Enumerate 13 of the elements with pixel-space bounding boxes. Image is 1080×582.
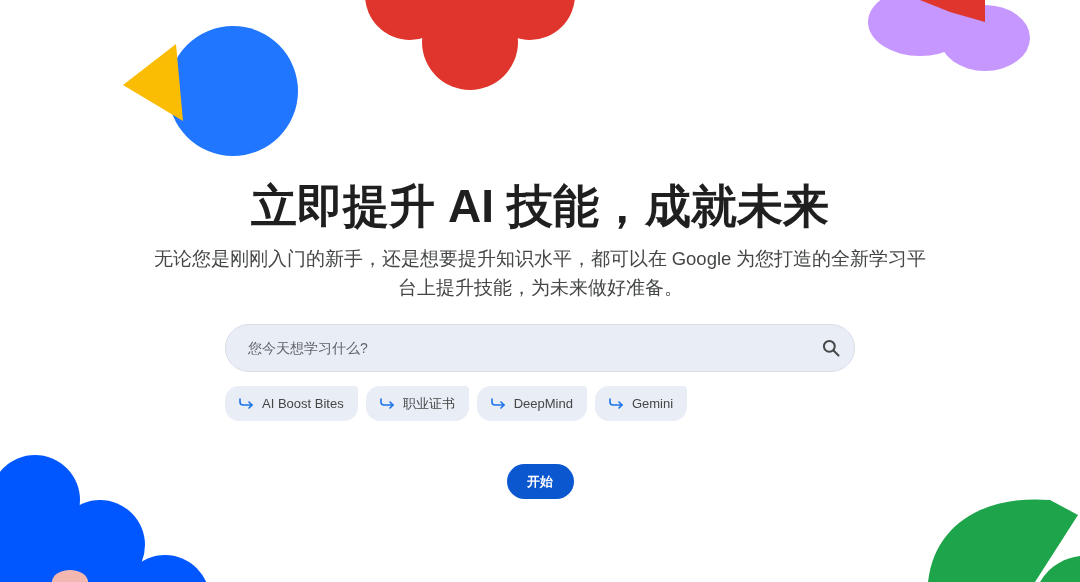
hook-arrow-icon — [608, 397, 623, 410]
page-heading: 立即提升 AI 技能，成就未来 — [251, 179, 829, 234]
search-field[interactable]: 您今天想学习什么? — [225, 324, 855, 372]
hook-arrow-icon — [490, 397, 505, 410]
hook-arrow-icon — [239, 397, 253, 410]
suggestion-chip[interactable]: DeepMind — [476, 386, 587, 421]
start-button[interactable]: 开始 — [506, 464, 574, 499]
hook-arrow-icon — [379, 397, 394, 410]
subtitle-text: 无论您是刚刚入门的新手，还是想要提升知识水平，都可以在 Google 为您打造的全新学习平台上提升技能，为未来做好准备。 — [152, 247, 928, 300]
suggestion-chip[interactable]: 职业证书 — [365, 386, 469, 421]
suggestion-chip[interactable]: Gemini — [594, 386, 688, 421]
suggestion-chip[interactable]: AI Boost Bites — [225, 386, 358, 421]
search-icon[interactable] — [821, 338, 841, 358]
